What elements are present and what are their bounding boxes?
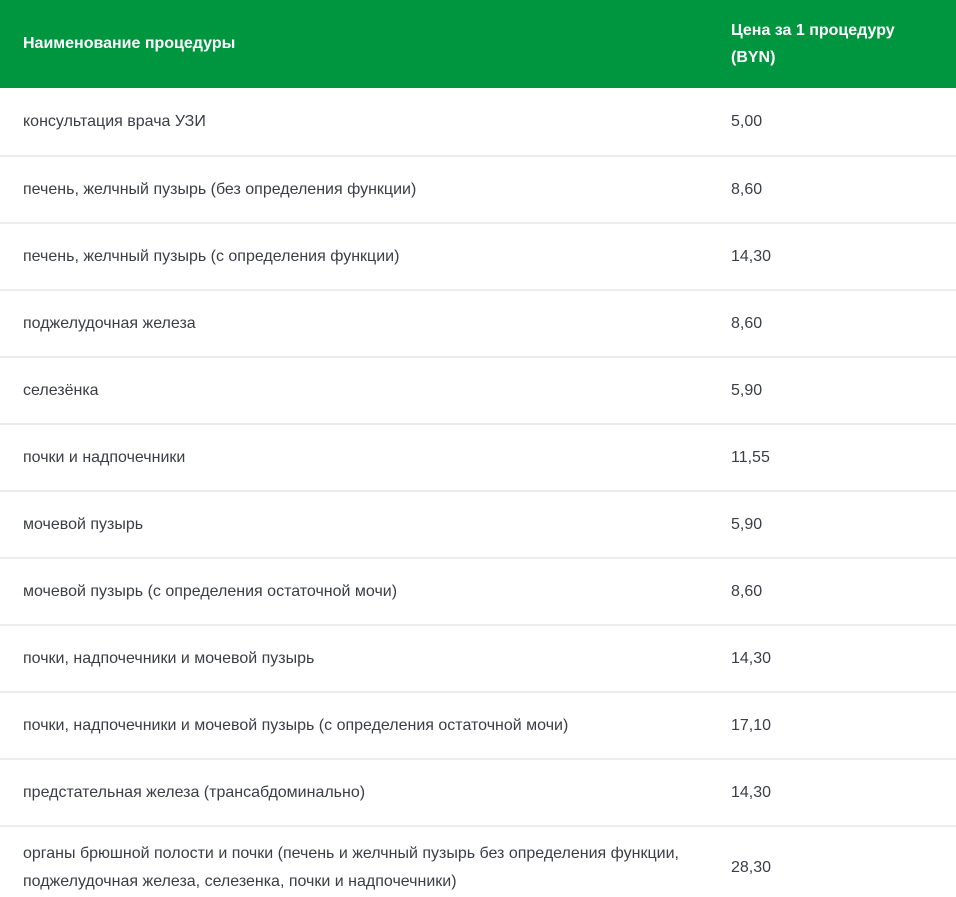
- procedure-name: печень, желчный пузырь (с определения фу…: [23, 248, 399, 265]
- procedure-name-cell: предстательная железа (трансабдоминально…: [0, 779, 708, 807]
- table-row: почки, надпочечники и мочевой пузырь (с …: [0, 691, 956, 758]
- table-row: органы брюшной полости и почки (печень и…: [0, 825, 956, 897]
- procedure-name: мочевой пузырь (с определения остаточной…: [23, 583, 397, 600]
- procedure-price: 14,30: [731, 248, 771, 265]
- table-row: мочевой пузырь 5,90: [0, 490, 956, 557]
- price-table: Наименование процедуры Цена за 1 процеду…: [0, 0, 956, 897]
- procedure-name: почки и надпочечники: [23, 449, 185, 466]
- procedure-name-cell: печень, желчный пузырь (с определения фу…: [0, 243, 708, 271]
- procedure-price: 8,60: [731, 315, 762, 332]
- procedure-price: 8,60: [731, 583, 762, 600]
- procedure-price: 14,30: [731, 784, 771, 801]
- procedure-name-cell: селезёнка: [0, 377, 708, 405]
- table-row: печень, желчный пузырь (без определения …: [0, 155, 956, 222]
- table-row: поджелудочная железа 8,60: [0, 289, 956, 356]
- table-row: печень, желчный пузырь (с определения фу…: [0, 222, 956, 289]
- table-row: консультация врача УЗИ 5,00: [0, 88, 956, 155]
- procedure-price: 8,60: [731, 181, 762, 198]
- procedure-price: 14,30: [731, 650, 771, 667]
- procedure-name-cell: почки и надпочечники: [0, 444, 708, 472]
- procedure-price-cell: 14,30: [708, 784, 956, 802]
- procedure-price: 11,55: [731, 449, 770, 466]
- procedure-name: почки, надпочечники и мочевой пузырь: [23, 650, 314, 667]
- table-header: Наименование процедуры Цена за 1 процеду…: [0, 0, 956, 88]
- procedure-name-cell: консультация врача УЗИ: [0, 108, 708, 136]
- table-body: консультация врача УЗИ 5,00 печень, желч…: [0, 88, 956, 897]
- procedure-name: консультация врача УЗИ: [23, 113, 206, 130]
- procedure-name-cell: почки, надпочечники и мочевой пузырь (с …: [0, 712, 708, 740]
- procedure-price-cell: 8,60: [708, 315, 956, 333]
- procedure-name-cell: печень, желчный пузырь (без определения …: [0, 176, 708, 204]
- procedure-name: печень, желчный пузырь (без определения …: [23, 181, 416, 198]
- procedure-price-cell: 17,10: [708, 717, 956, 735]
- procedure-price: 5,90: [731, 516, 762, 533]
- procedure-name-cell: мочевой пузырь (с определения остаточной…: [0, 578, 708, 606]
- procedure-price-cell: 11,55: [708, 449, 956, 467]
- procedure-price: 5,90: [731, 382, 762, 399]
- procedure-name: селезёнка: [23, 382, 99, 399]
- procedure-name: почки, надпочечники и мочевой пузырь (с …: [23, 717, 568, 734]
- procedure-name: поджелудочная железа: [23, 315, 196, 332]
- procedure-price-cell: 8,60: [708, 181, 956, 199]
- procedure-price-cell: 5,90: [708, 382, 956, 400]
- procedure-price: 17,10: [731, 717, 771, 734]
- procedure-price-cell: 5,00: [708, 113, 956, 131]
- procedure-price-cell: 28,30: [708, 859, 956, 877]
- procedure-price-cell: 5,90: [708, 516, 956, 534]
- table-row: почки и надпочечники 11,55: [0, 423, 956, 490]
- header-price-label: Цена за 1 процедуру (BYN): [731, 17, 921, 71]
- table-row: мочевой пузырь (с определения остаточной…: [0, 557, 956, 624]
- header-price-cell: Цена за 1 процедуру (BYN): [708, 17, 956, 71]
- procedure-name-cell: мочевой пузырь: [0, 511, 708, 539]
- table-row: предстательная железа (трансабдоминально…: [0, 758, 956, 825]
- procedure-name-cell: поджелудочная железа: [0, 310, 708, 338]
- header-name-label: Наименование процедуры: [23, 35, 235, 52]
- procedure-price-cell: 14,30: [708, 650, 956, 668]
- procedure-name: предстательная железа (трансабдоминально…: [23, 784, 365, 801]
- table-row: почки, надпочечники и мочевой пузырь 14,…: [0, 624, 956, 691]
- procedure-price: 5,00: [731, 113, 762, 130]
- procedure-price-cell: 14,30: [708, 248, 956, 266]
- procedure-price: 28,30: [731, 859, 771, 876]
- procedure-name-cell: почки, надпочечники и мочевой пузырь: [0, 645, 708, 673]
- procedure-name-cell: органы брюшной полости и почки (печень и…: [0, 840, 708, 896]
- procedure-name: органы брюшной полости и почки (печень и…: [23, 845, 679, 890]
- procedure-name: мочевой пузырь: [23, 516, 143, 533]
- table-row: селезёнка 5,90: [0, 356, 956, 423]
- header-name-cell: Наименование процедуры: [0, 35, 708, 53]
- procedure-price-cell: 8,60: [708, 583, 956, 601]
